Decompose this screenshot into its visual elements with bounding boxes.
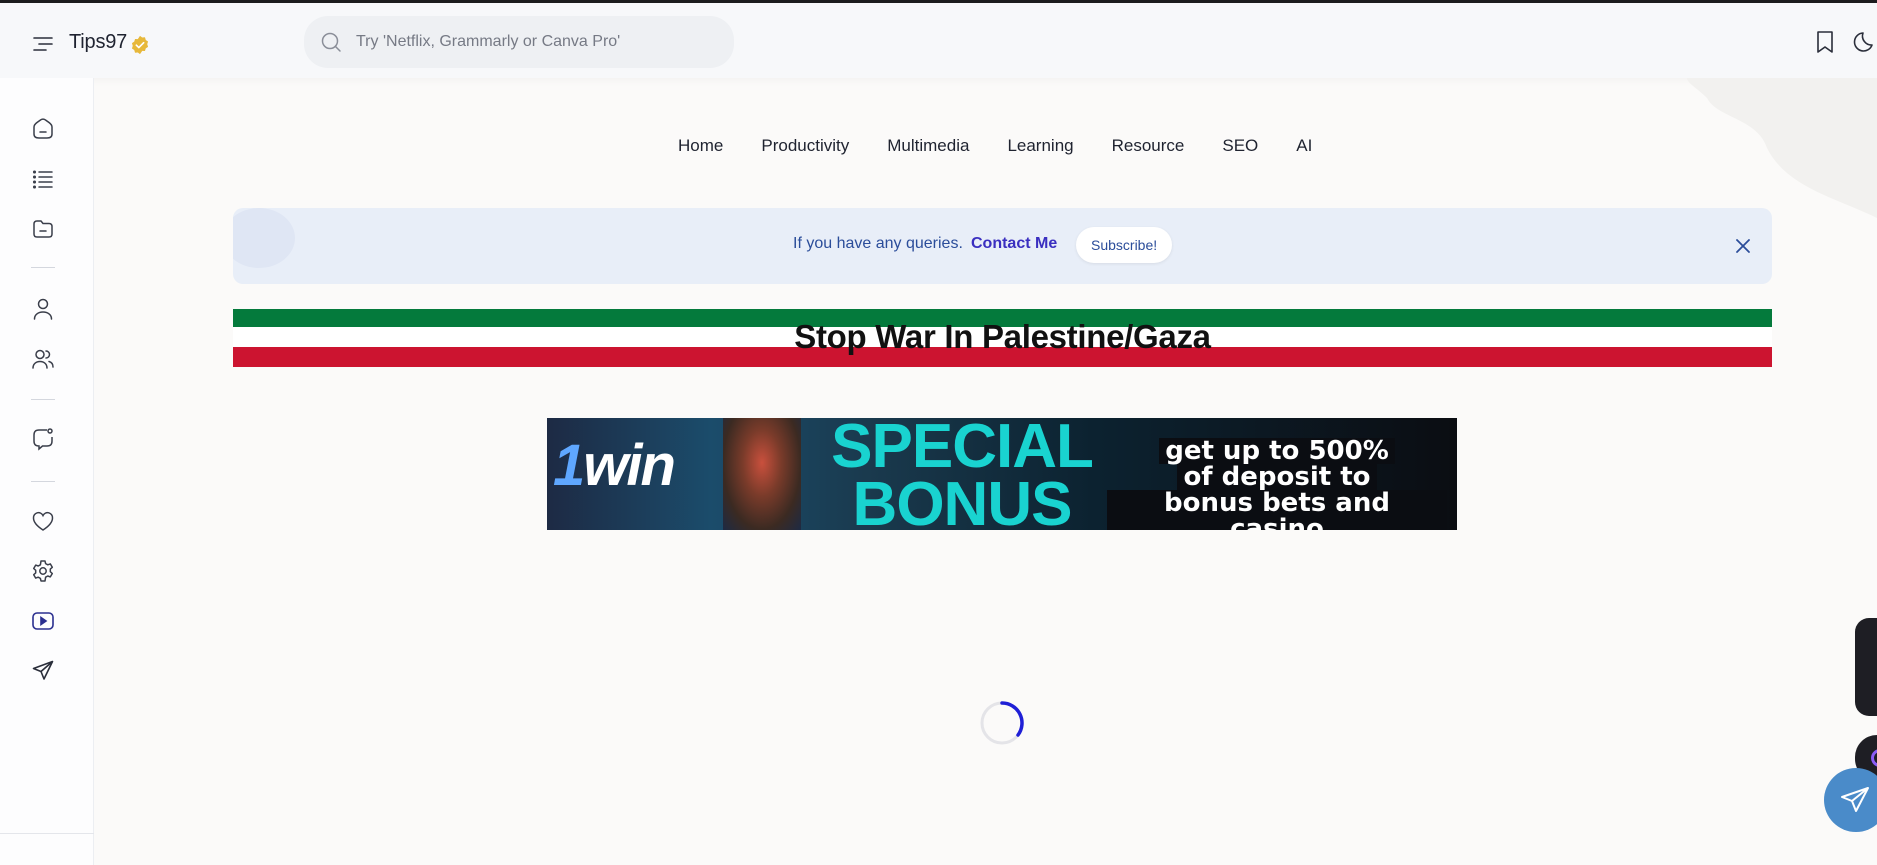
sidebar: [0, 78, 94, 865]
nav-item-productivity[interactable]: Productivity: [742, 136, 868, 156]
background-decoration: [1687, 78, 1877, 218]
nav-item-learning[interactable]: Learning: [988, 136, 1092, 156]
search-icon: [321, 32, 341, 52]
palestine-banner-title: Stop War In Palestine/Gaza: [794, 318, 1211, 355]
ad-banner[interactable]: 1win SPECIAL BONUS get up to 500% of dep…: [547, 418, 1457, 530]
users-icon[interactable]: [30, 346, 56, 372]
ad-logo-word: win: [583, 433, 676, 498]
main-nav: Home Productivity Multimedia Learning Re…: [660, 136, 1331, 156]
sidebar-footer-divider: [0, 833, 94, 834]
ad-offer-text: get up to 500% of deposit to bonus bets …: [1107, 438, 1447, 530]
search-input[interactable]: [356, 33, 716, 51]
ad-headline-line-2: BONUS: [852, 470, 1073, 531]
youtube-icon[interactable]: [30, 608, 56, 634]
ad-offer-line-3: bonus bets and casino: [1107, 490, 1447, 530]
subscribe-button[interactable]: Subscribe!: [1076, 227, 1173, 263]
ad-logo-number: 1: [553, 433, 585, 498]
contact-link[interactable]: Contact Me: [971, 235, 1057, 253]
telegram-button[interactable]: [1824, 768, 1877, 832]
menu-icon[interactable]: [30, 31, 56, 57]
home-icon[interactable]: [30, 116, 56, 142]
folder-icon[interactable]: [30, 216, 56, 242]
notice-decoration: [233, 208, 295, 268]
sidebar-divider: [31, 399, 55, 400]
moon-icon[interactable]: [1852, 28, 1877, 56]
list-icon[interactable]: [30, 166, 56, 192]
notice-banner: If you have any queries. Contact Me Subs…: [233, 208, 1772, 284]
ad-offer-line-1: get up to 500%: [1159, 438, 1395, 464]
nav-item-home[interactable]: Home: [660, 136, 742, 156]
user-icon[interactable]: [30, 296, 56, 322]
heart-icon[interactable]: [30, 508, 56, 534]
sidebar-divider: [31, 481, 55, 482]
ad-character-image: [723, 418, 801, 530]
ad-logo: 1win: [553, 432, 676, 499]
nav-item-ai[interactable]: AI: [1277, 136, 1331, 156]
gear-icon[interactable]: [30, 558, 56, 584]
ad-headline: SPECIAL BONUS: [792, 418, 1132, 530]
verified-badge-icon: [132, 35, 149, 55]
chat-icon[interactable]: [30, 426, 56, 452]
floating-share-panel[interactable]: [1855, 618, 1877, 716]
nav-item-resource[interactable]: Resource: [1093, 136, 1204, 156]
top-header: Tips97: [0, 3, 1877, 78]
telegram-icon: [1841, 787, 1869, 812]
brand-logo[interactable]: Tips97: [69, 28, 151, 56]
sidebar-divider: [31, 267, 55, 268]
ad-offer-line-2: of deposit to: [1177, 464, 1377, 490]
bookmark-icon[interactable]: [1812, 28, 1838, 56]
nav-item-seo[interactable]: SEO: [1203, 136, 1277, 156]
notice-text: If you have any queries.: [793, 235, 963, 252]
nav-item-multimedia[interactable]: Multimedia: [868, 136, 988, 156]
close-icon[interactable]: [1733, 236, 1753, 256]
ad-headline-line-1: SPECIAL: [831, 418, 1094, 481]
badge-icon: [1871, 749, 1877, 767]
brand-name[interactable]: Tips97: [69, 31, 127, 54]
send-icon[interactable]: [30, 658, 56, 684]
search-bar[interactable]: [304, 16, 734, 68]
loading-spinner-icon: [980, 701, 1024, 745]
